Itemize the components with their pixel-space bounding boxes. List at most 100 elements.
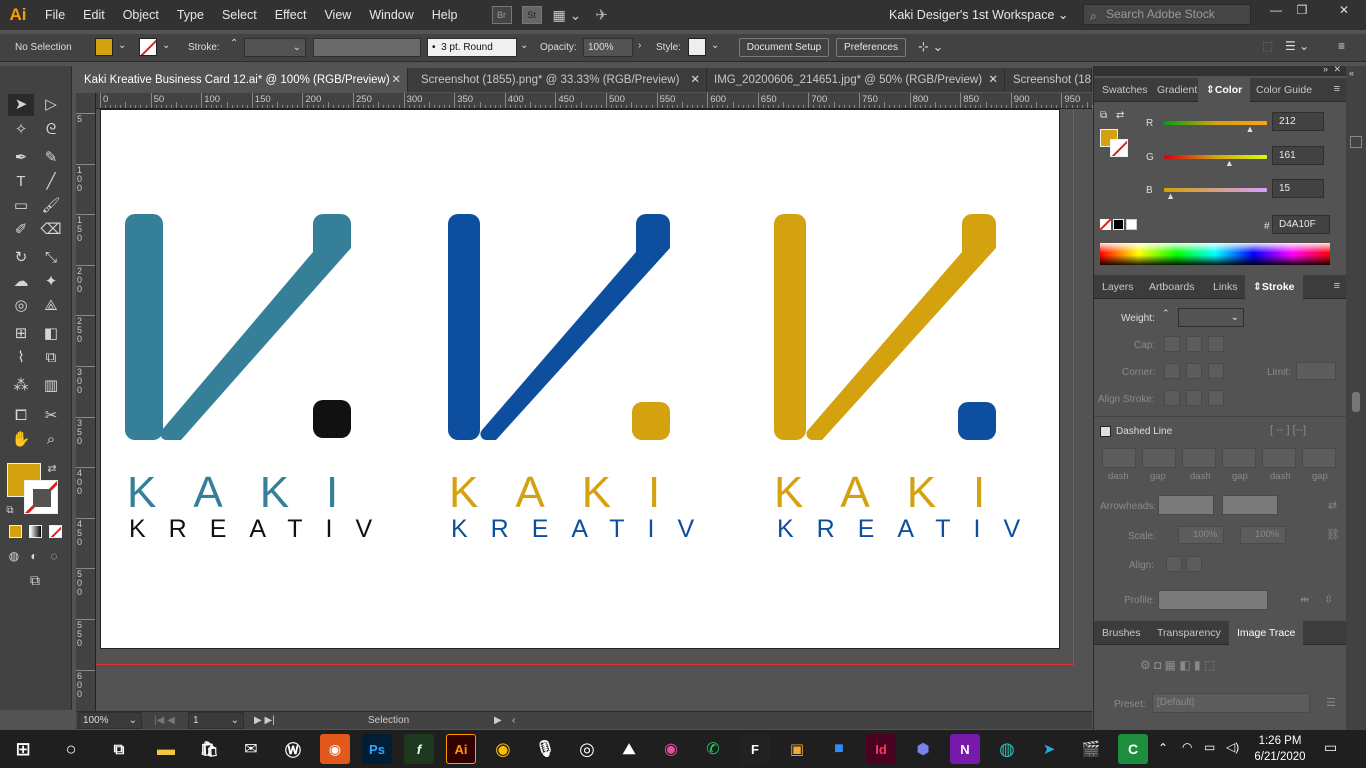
logo-word-kreativ[interactable]: KREATIV — [451, 515, 717, 544]
search-icon[interactable]: ○ — [56, 734, 86, 764]
menu-effect[interactable]: Effect — [266, 0, 316, 30]
panel-menu-icon[interactable]: ≡ — [1334, 280, 1340, 292]
rectangle-tool-icon[interactable]: ▭ — [8, 195, 34, 217]
round-cap-icon[interactable] — [1186, 336, 1202, 352]
dashed-line-checkbox[interactable] — [1100, 426, 1111, 437]
taskbar-app-onenote[interactable]: N — [950, 734, 980, 764]
tab-swatches[interactable]: Swatches — [1094, 78, 1156, 102]
microsoft-store-icon[interactable]: 🛍 — [194, 734, 224, 764]
align-inside-icon[interactable] — [1186, 390, 1202, 406]
first-artboard-icon[interactable]: |◀ ◀ — [154, 715, 175, 726]
line-tool-icon[interactable]: ╱ — [38, 171, 64, 193]
close-icon[interactable]: ✕ — [988, 68, 998, 92]
b-slider[interactable] — [1164, 188, 1267, 192]
tab-color-guide[interactable]: Color Guide — [1248, 78, 1320, 102]
dash-input-2[interactable] — [1182, 448, 1216, 468]
logo-word-kaki[interactable]: KAKI — [774, 468, 1022, 518]
panel-scroll-thumb[interactable] — [1352, 392, 1360, 412]
tab-gradient[interactable]: Gradient — [1149, 78, 1205, 102]
draw-inside-icon[interactable]: ◌ — [44, 545, 64, 567]
draw-behind-icon[interactable]: ◐ — [24, 545, 44, 567]
end-scale-input[interactable]: 100% — [1240, 526, 1286, 544]
symbol-sprayer-tool-icon[interactable]: ⁂ — [8, 375, 34, 397]
photos-icon[interactable]: ⛰ — [614, 734, 644, 764]
shape-builder-tool-icon[interactable]: ◎ — [8, 295, 34, 317]
taskbar-app-photoshop[interactable]: Ps — [362, 734, 392, 764]
logo-mark-gold[interactable] — [770, 210, 1010, 442]
warp-tool-icon[interactable]: ☁ — [8, 271, 34, 293]
direct-selection-tool-icon[interactable]: ▷ — [38, 94, 64, 116]
taskbar-app-fontforge[interactable]: f — [404, 734, 434, 764]
swap-arrowheads-icon[interactable]: ⇄ — [1328, 499, 1337, 512]
restore-button[interactable]: ❐ — [1292, 3, 1312, 23]
logo-word-kaki[interactable]: KAKI — [127, 468, 375, 518]
eraser-tool-icon[interactable]: ⌫ — [38, 219, 64, 241]
control-menu-icon[interactable]: ≡ — [1338, 39, 1345, 53]
tab-layers[interactable]: Layers — [1094, 275, 1142, 299]
properties-panel-icon[interactable] — [1350, 136, 1362, 148]
lasso-tool-icon[interactable]: ᘓ — [38, 119, 64, 141]
type-tool-icon[interactable]: T — [8, 171, 34, 193]
windows-start-icon[interactable]: ⊞ — [8, 734, 38, 764]
menu-object[interactable]: Object — [114, 0, 168, 30]
fill-swatch[interactable] — [95, 38, 113, 56]
taskbar-app-indesign[interactable]: Id — [866, 734, 896, 764]
tab-brushes[interactable]: Brushes — [1094, 621, 1149, 645]
g-value[interactable]: 161 — [1272, 146, 1324, 165]
blend-tool-icon[interactable]: ⧉ — [38, 347, 64, 369]
chevron-down-icon[interactable]: ⌄ — [711, 40, 719, 51]
gradient-mode-icon[interactable] — [29, 525, 42, 538]
collapse-icon[interactable]: » — [1323, 64, 1328, 74]
chevron-down-icon[interactable]: ⌄ — [162, 40, 170, 51]
preset-menu-icon[interactable]: ☰ — [1326, 696, 1336, 709]
transform-icon[interactable]: ⊹ ⌄ — [918, 39, 943, 55]
none-swatch[interactable] — [1100, 219, 1111, 230]
rotate-tool-icon[interactable]: ↻ — [8, 247, 34, 269]
tab-stroke[interactable]: ⇕Stroke — [1245, 275, 1303, 299]
menu-edit[interactable]: Edit — [74, 0, 114, 30]
chevron-up-icon[interactable]: ⌃ — [1158, 741, 1168, 755]
telegram-icon[interactable]: ➤ — [1034, 734, 1064, 764]
start-scale-input[interactable]: 100% — [1178, 526, 1224, 544]
flip-along-icon[interactable]: ⇹ — [1300, 593, 1309, 606]
task-view-icon[interactable]: ⧉ — [104, 734, 134, 764]
voice-recorder-icon[interactable]: 🎙 — [530, 734, 560, 764]
tab-transparency[interactable]: Transparency — [1149, 621, 1229, 645]
status-menu-icon[interactable]: ▶ — [494, 715, 502, 726]
g-slider[interactable] — [1164, 155, 1267, 159]
minimize-button[interactable]: — — [1266, 3, 1286, 23]
search-input[interactable]: ⌕ Search Adobe Stock — [1083, 4, 1251, 25]
teams-icon[interactable]: ⬢ — [908, 734, 938, 764]
close-icon[interactable]: ✕ — [1333, 64, 1341, 75]
profile-dropdown[interactable] — [1158, 590, 1268, 610]
chrome-icon[interactable]: ◉ — [488, 734, 518, 764]
whatsapp-icon[interactable]: ✆ — [698, 734, 728, 764]
slice-tool-icon[interactable]: ✂ — [38, 405, 64, 427]
round-join-icon[interactable] — [1186, 363, 1202, 379]
tab-business-card[interactable]: Kaki Kreative Business Card 12.ai* @ 100… — [76, 68, 408, 92]
scroll-left-icon[interactable]: ‹ — [512, 715, 515, 726]
paintbrush-tool-icon[interactable]: 🖌 — [38, 195, 64, 217]
screen-mode-icon[interactable]: ⧉ — [22, 569, 48, 591]
column-graph-tool-icon[interactable]: ▥ — [38, 375, 64, 397]
r-value[interactable]: 212 — [1272, 112, 1324, 131]
groove-music-icon[interactable]: ◎ — [572, 734, 602, 764]
gap-input-2[interactable] — [1222, 448, 1256, 468]
start-arrowhead-dropdown[interactable] — [1158, 495, 1214, 515]
gap-input-3[interactable] — [1302, 448, 1336, 468]
close-button[interactable]: ✕ — [1334, 3, 1354, 23]
dash-align-icon[interactable]: [ ‐‐ ] [‐‐] — [1270, 424, 1306, 436]
arrange-documents-icon[interactable]: ▦ ⌄ — [553, 7, 582, 24]
mesh-tool-icon[interactable]: ⊞ — [8, 323, 34, 345]
hand-tool-icon[interactable]: ✋ — [8, 429, 34, 451]
eyedropper-tool-icon[interactable]: ⌇ — [8, 347, 34, 369]
flip-across-icon[interactable]: ⇳ — [1324, 593, 1333, 606]
black-swatch[interactable] — [1113, 219, 1124, 230]
magic-wand-tool-icon[interactable]: ✧ — [8, 119, 34, 141]
stroke-color-box[interactable] — [24, 480, 58, 514]
chevron-down-icon[interactable]: ⌄ — [520, 40, 528, 51]
tab-img-20200606[interactable]: IMG_20200606_214651.jpg* @ 50% (RGB/Prev… — [706, 68, 1005, 92]
projecting-cap-icon[interactable] — [1208, 336, 1224, 352]
document-setup-button[interactable]: Document Setup — [739, 38, 829, 57]
butt-cap-icon[interactable] — [1164, 336, 1180, 352]
